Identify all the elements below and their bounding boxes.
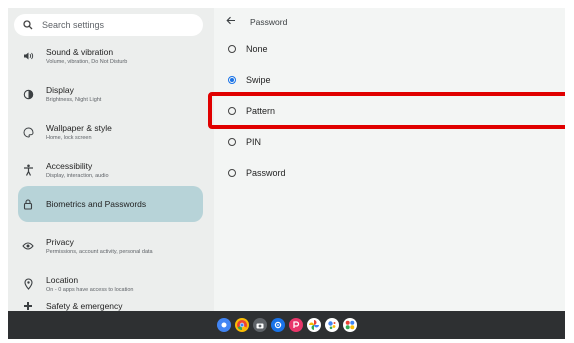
settings-window: Sound & vibration Volume, vibration, Do … — [8, 8, 565, 339]
radio-button[interactable] — [228, 107, 236, 115]
launcher-icon[interactable] — [216, 318, 231, 332]
search-input[interactable] — [42, 20, 192, 30]
assistant-icon[interactable] — [324, 318, 339, 332]
speaker-icon — [18, 51, 38, 61]
sidebar-item-title: Accessibility — [46, 160, 93, 171]
sidebar-item-subtitle: Home, lock screen — [46, 134, 92, 141]
sidebar-item-title: Wallpaper & style — [46, 122, 112, 133]
app-p-icon[interactable] — [288, 318, 303, 332]
palette-icon — [18, 126, 38, 138]
sidebar-item-wallpaper[interactable]: Wallpaper & style Home, lock screen — [18, 115, 203, 149]
back-arrow-icon[interactable] — [226, 16, 246, 28]
sidebar-item-title: Privacy — [46, 236, 74, 247]
app-grid-icon[interactable] — [342, 318, 357, 332]
radio-button[interactable] — [228, 45, 236, 53]
option-label: Swipe — [246, 75, 271, 85]
option-label: Password — [246, 168, 286, 178]
privacy-icon — [18, 241, 38, 251]
sidebar-item-title: Biometrics and Passwords — [46, 198, 147, 209]
sidebar-item-subtitle: Display, interaction, audio — [46, 172, 109, 179]
option-password[interactable]: Password — [228, 163, 286, 183]
sidebar-item-title: Display — [46, 84, 74, 95]
brightness-icon — [18, 89, 38, 100]
sidebar-item-sound[interactable]: Sound & vibration Volume, vibration, Do … — [18, 39, 203, 73]
emergency-icon — [18, 301, 38, 311]
sidebar-item-subtitle: Permissions, account activity, personal … — [46, 248, 153, 255]
option-swipe[interactable]: Swipe — [228, 70, 271, 90]
lock-icon — [18, 198, 38, 210]
settings-icon[interactable] — [270, 318, 285, 332]
sidebar: Sound & vibration Volume, vibration, Do … — [8, 8, 214, 311]
search-bar[interactable] — [14, 14, 203, 36]
sidebar-item-subtitle: On - 0 apps have access to location — [46, 286, 134, 293]
radio-button[interactable] — [228, 169, 236, 177]
sidebar-item-title: Location — [46, 274, 79, 285]
password-panel: Password None Swipe Pattern PIN Password — [208, 8, 565, 311]
photos-icon[interactable] — [306, 318, 321, 332]
sidebar-item-accessibility[interactable]: Accessibility Display, interaction, audi… — [18, 153, 203, 187]
option-pattern[interactable]: Pattern — [228, 101, 275, 121]
option-label: Pattern — [246, 106, 276, 116]
sidebar-item-subtitle: Volume, vibration, Do Not Disturb — [46, 58, 128, 65]
radio-button-selected[interactable] — [228, 76, 236, 84]
option-none[interactable]: None — [228, 39, 268, 59]
sidebar-item-subtitle: Brightness, Night Light — [46, 96, 102, 103]
page-title: Password — [250, 17, 288, 27]
header: Password — [226, 12, 287, 32]
location-icon — [18, 278, 38, 290]
sidebar-item-title: Sound & vibration — [46, 46, 114, 57]
search-icon — [14, 20, 42, 30]
camera-icon[interactable] — [252, 318, 267, 332]
sidebar-item-location[interactable]: Location On - 0 apps have access to loca… — [18, 267, 203, 301]
sidebar-item-privacy[interactable]: Privacy Permissions, account activity, p… — [18, 229, 203, 263]
option-label: PIN — [246, 137, 262, 147]
radio-button[interactable] — [228, 138, 236, 146]
sidebar-item-display[interactable]: Display Brightness, Night Light — [18, 77, 203, 111]
chrome-icon[interactable] — [234, 318, 249, 332]
accessibility-icon — [18, 164, 38, 176]
taskbar — [8, 311, 565, 339]
sidebar-item-biometrics[interactable]: Biometrics and Passwords — [18, 186, 203, 222]
option-label: None — [246, 44, 268, 54]
option-pin[interactable]: PIN — [228, 132, 261, 152]
